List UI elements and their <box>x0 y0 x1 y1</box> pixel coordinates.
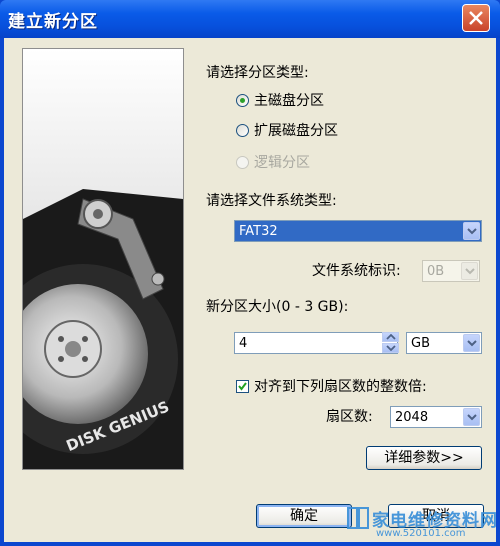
size-unit-select[interactable]: GB <box>406 332 482 354</box>
filesystem-id-label: 文件系统标识: <box>312 263 401 279</box>
window-title: 建立新分区 <box>8 12 98 32</box>
close-button[interactable] <box>462 4 490 32</box>
sectors-select[interactable]: 2048 <box>390 406 482 428</box>
chevron-down-icon <box>465 268 475 275</box>
size-unit-value: GB <box>411 336 430 351</box>
size-input[interactable]: 4 <box>234 332 398 354</box>
site-watermark: 家电维修资料网 www.520101.com <box>346 502 497 542</box>
size-spin-up[interactable] <box>382 332 399 342</box>
radio-primary-label[interactable]: 主磁盘分区 <box>254 90 324 110</box>
sectors-value: 2048 <box>395 410 429 425</box>
details-button[interactable]: 详细参数>> <box>366 446 482 470</box>
dialog-window: 建立新分区 DISK GENIUS 请选择分区类型: 主磁盘分区 扩展磁盘分区 … <box>0 0 500 546</box>
filesystem-id-value: 0B <box>427 264 445 279</box>
title-bar[interactable]: 建立新分区 <box>0 0 500 38</box>
watermark-url: www.520101.com <box>376 528 466 539</box>
chevron-up-icon <box>386 334 396 340</box>
ok-button[interactable]: 确定 <box>256 504 352 528</box>
align-checkbox[interactable] <box>236 380 249 393</box>
chevron-down-icon <box>467 340 477 347</box>
checkmark-icon <box>238 382 247 391</box>
chevron-down-icon <box>467 414 477 421</box>
book-icon <box>347 507 369 529</box>
dialog-body: DISK GENIUS 请选择分区类型: 主磁盘分区 扩展磁盘分区 逻辑分区 请… <box>4 38 496 542</box>
radio-extended[interactable] <box>236 124 249 137</box>
partition-type-label: 请选择分区类型: <box>206 65 309 81</box>
radio-logical-label: 逻辑分区 <box>254 155 310 171</box>
filesystem-select[interactable]: FAT32 <box>234 220 482 242</box>
size-label: 新分区大小(0 - 3 GB): <box>206 299 349 315</box>
align-label[interactable]: 对齐到下列扇区数的整数倍: <box>254 376 427 396</box>
chevron-down-icon <box>467 228 477 235</box>
filesystem-value: FAT32 <box>239 224 278 239</box>
sectors-dropdown-button[interactable] <box>463 408 480 426</box>
disk-genius-banner: DISK GENIUS <box>22 48 184 470</box>
hard-disk-image: DISK GENIUS <box>23 49 183 469</box>
radio-primary[interactable] <box>236 94 249 107</box>
size-value: 4 <box>239 336 248 351</box>
size-spin-down[interactable] <box>382 343 399 353</box>
chevron-down-icon <box>386 345 396 351</box>
filesystem-id-dropdown-button <box>461 262 478 280</box>
filesystem-id-select: 0B <box>422 260 480 282</box>
sectors-label: 扇区数: <box>326 409 373 425</box>
radio-extended-label[interactable]: 扩展磁盘分区 <box>254 120 338 140</box>
size-unit-dropdown-button[interactable] <box>463 334 480 352</box>
radio-logical <box>236 156 249 169</box>
close-icon <box>469 11 483 25</box>
filesystem-label: 请选择文件系统类型: <box>206 193 337 209</box>
filesystem-dropdown-button[interactable] <box>463 222 480 240</box>
